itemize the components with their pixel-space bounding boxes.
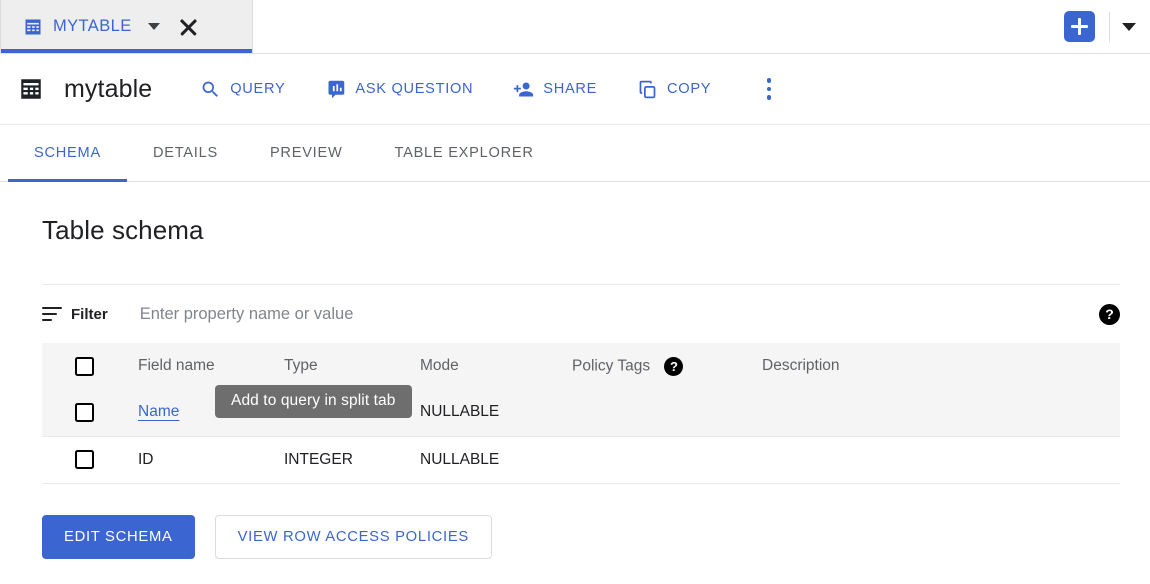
tooltip: Add to query in split tab bbox=[215, 385, 412, 418]
ask-question-button-label: ASK QUESTION bbox=[355, 81, 473, 97]
share-button[interactable]: SHARE bbox=[513, 79, 597, 100]
table-row[interactable]: ID INTEGER NULLABLE bbox=[42, 436, 1120, 483]
schema-table: Field name Type Mode Policy Tags ? Descr… bbox=[42, 343, 1120, 484]
filter-input[interactable] bbox=[140, 305, 1099, 324]
select-all-checkbox[interactable] bbox=[75, 357, 94, 376]
filter-label: Filter bbox=[71, 306, 108, 323]
row-checkbox[interactable] bbox=[75, 450, 94, 469]
person-add-icon bbox=[513, 79, 534, 100]
chart-bubble-icon bbox=[325, 79, 346, 100]
policy-tags-help-icon[interactable]: ? bbox=[664, 357, 683, 376]
column-header-field-name[interactable]: Field name bbox=[138, 343, 284, 389]
page-title: mytable bbox=[64, 75, 152, 104]
ask-question-button[interactable]: ASK QUESTION bbox=[325, 79, 473, 100]
schema-actions: EDIT SCHEMA VIEW ROW ACCESS POLICIES bbox=[42, 515, 1120, 559]
kebab-menu-icon[interactable] bbox=[757, 73, 781, 105]
cell-description bbox=[762, 389, 1120, 436]
schema-panel: Table schema Filter ? Field name Type Mo… bbox=[0, 215, 1150, 559]
table-body: Name STRING NULLABLE ID INTEGER NULLABLE bbox=[42, 389, 1120, 483]
edit-schema-button[interactable]: EDIT SCHEMA bbox=[42, 515, 195, 559]
browser-tab-strip: MYTABLE bbox=[0, 0, 1150, 54]
query-button-label: QUERY bbox=[230, 81, 285, 97]
table-row[interactable]: Name STRING NULLABLE bbox=[42, 389, 1120, 436]
column-header-policy-tags[interactable]: Policy Tags ? bbox=[572, 343, 762, 389]
chevron-down-icon[interactable] bbox=[1122, 23, 1136, 31]
filter-icon bbox=[42, 304, 62, 324]
search-icon bbox=[200, 79, 221, 100]
tab-table-explorer[interactable]: TABLE EXPLORER bbox=[369, 125, 560, 181]
tab-schema[interactable]: SCHEMA bbox=[8, 125, 127, 181]
row-select-cell bbox=[42, 436, 138, 483]
select-all-cell bbox=[42, 343, 138, 389]
cell-field-name: ID bbox=[138, 436, 284, 483]
help-icon[interactable]: ? bbox=[1099, 304, 1120, 325]
column-header-policy-tags-label: Policy Tags bbox=[572, 357, 650, 374]
copy-icon bbox=[637, 79, 658, 100]
table-header: Field name Type Mode Policy Tags ? Descr… bbox=[42, 343, 1120, 389]
share-button-label: SHARE bbox=[543, 81, 597, 97]
cell-description bbox=[762, 436, 1120, 483]
table-grid-icon bbox=[23, 17, 43, 37]
table-header-row: Field name Type Mode Policy Tags ? Descr… bbox=[42, 343, 1120, 389]
column-header-mode[interactable]: Mode bbox=[420, 343, 572, 389]
view-row-access-policies-button[interactable]: VIEW ROW ACCESS POLICIES bbox=[215, 515, 492, 559]
query-button[interactable]: QUERY bbox=[200, 79, 285, 100]
copy-button-label: COPY bbox=[667, 81, 711, 97]
column-header-type[interactable]: Type bbox=[284, 343, 420, 389]
table-toolbar: mytable QUERY ASK QUESTION SHARE bbox=[0, 54, 1150, 125]
column-header-description[interactable]: Description bbox=[762, 343, 1120, 389]
cell-mode: NULLABLE bbox=[420, 436, 572, 483]
tab-details[interactable]: DETAILS bbox=[127, 125, 244, 181]
chevron-down-icon[interactable] bbox=[148, 23, 160, 30]
table-grid-icon bbox=[18, 76, 44, 102]
cell-mode: NULLABLE bbox=[420, 389, 572, 436]
cell-policy-tags bbox=[572, 389, 762, 436]
cell-policy-tags bbox=[572, 436, 762, 483]
row-checkbox[interactable] bbox=[75, 403, 94, 422]
divider bbox=[1109, 12, 1110, 42]
tab-strip-controls bbox=[1064, 0, 1150, 53]
tab-preview[interactable]: PREVIEW bbox=[244, 125, 369, 181]
copy-button[interactable]: COPY bbox=[637, 79, 711, 100]
section-tabs: SCHEMA DETAILS PREVIEW TABLE EXPLORER bbox=[0, 125, 1150, 182]
field-name-link[interactable]: Name bbox=[138, 403, 179, 420]
row-select-cell bbox=[42, 389, 138, 436]
close-icon[interactable] bbox=[177, 16, 199, 38]
section-title: Table schema bbox=[42, 215, 1120, 246]
tab-label: MYTABLE bbox=[53, 17, 132, 36]
cell-type: INTEGER bbox=[284, 436, 420, 483]
add-tab-button[interactable] bbox=[1064, 11, 1095, 42]
tab-mytable[interactable]: MYTABLE bbox=[0, 0, 253, 53]
filter-bar: Filter ? bbox=[42, 285, 1120, 343]
